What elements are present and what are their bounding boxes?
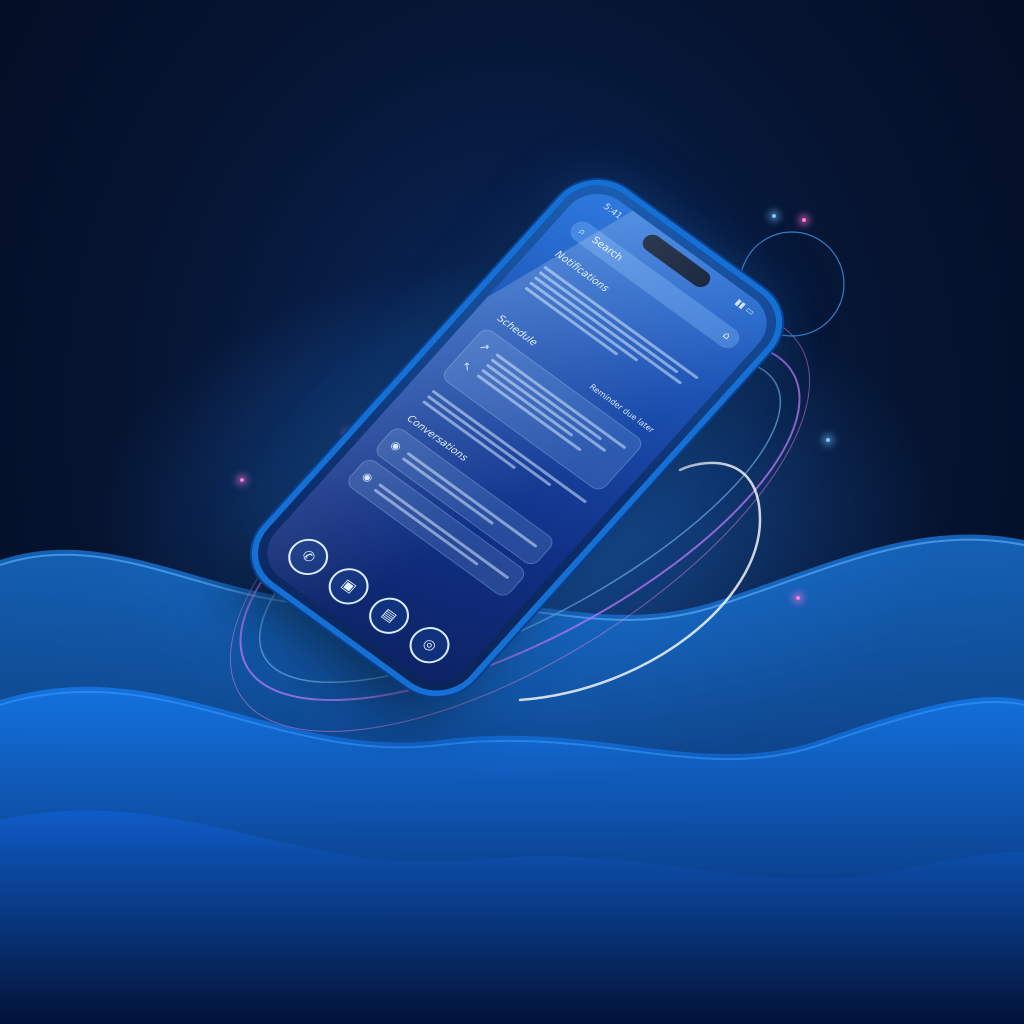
reminder-note: Reminder due later [587,382,657,435]
files-icon[interactable]: ▤ [360,590,418,642]
chat-icon: ◉ [387,438,405,454]
schedule-text [419,387,590,517]
notification-text [522,263,702,404]
search-label: Search [589,235,625,264]
status-icons: ▮▮ ▭ [732,297,757,318]
schedule-card[interactable]: ↗ ↖ [439,326,646,494]
section-title: Schedule [494,313,540,349]
sparkle [802,218,806,222]
messages-icon[interactable]: ▣ [320,560,377,612]
sparkle [240,478,244,482]
sparkle [772,214,776,218]
camera-icon[interactable]: ◎ [401,619,458,671]
phone-icon[interactable]: ✆ [280,531,337,583]
chat-icon: ◉ [359,469,376,485]
search-icon: ⌕ [575,224,590,239]
section-title: Notifications [552,249,611,295]
status-time: 5:41 [600,202,624,222]
sparkle [826,438,830,442]
sparkle [796,596,800,600]
mic-icon[interactable]: ⌂ [716,326,736,346]
section-title: Conversations [404,413,470,464]
arrow-icon: ↖ [458,358,476,375]
sparkle [346,432,350,436]
arrow-icon: ↗ [476,339,493,355]
